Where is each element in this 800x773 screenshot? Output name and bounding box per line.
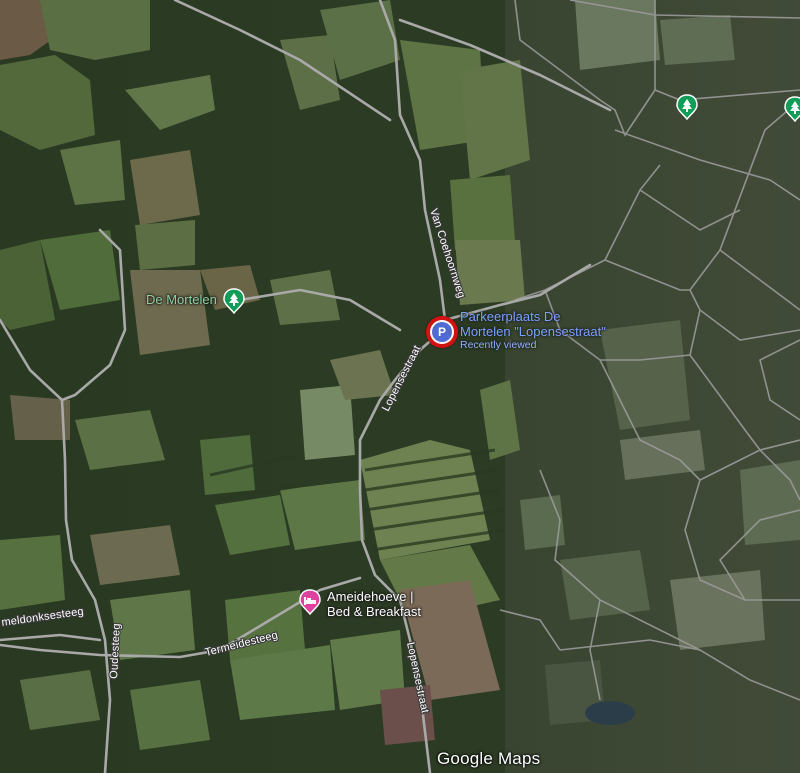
parking-label[interactable]: Parkeerplaats De Mortelen "Lopensestraat… bbox=[460, 309, 606, 352]
poi-de-mortelen[interactable]: De Mortelen bbox=[146, 288, 245, 314]
map-view[interactable]: Van Coehoornweg Lopensestraat Lopensestr… bbox=[0, 0, 800, 773]
poi-ameidehoeve-line1: Ameidehoeve | bbox=[327, 589, 414, 604]
tree-icon[interactable] bbox=[676, 94, 698, 120]
parking-marker-ring: P bbox=[430, 320, 454, 344]
parking-name-line1: Parkeerplaats De bbox=[460, 309, 561, 324]
poi-park-pin-1[interactable] bbox=[676, 94, 698, 120]
poi-ameidehoeve-line2: Bed & Breakfast bbox=[327, 604, 421, 619]
poi-ameidehoeve[interactable]: Ameidehoeve | Bed & Breakfast bbox=[299, 589, 421, 619]
bed-icon[interactable] bbox=[299, 589, 321, 615]
parking-icon: P bbox=[432, 322, 452, 342]
tree-icon[interactable] bbox=[784, 96, 800, 122]
google-maps-logo: Google Maps bbox=[437, 749, 541, 768]
parking-name-line2: Mortelen "Lopensestraat" bbox=[460, 324, 606, 339]
poi-de-mortelen-label: De Mortelen bbox=[146, 291, 217, 307]
tree-icon[interactable] bbox=[223, 288, 245, 314]
poi-ameidehoeve-label: Ameidehoeve | Bed & Breakfast bbox=[327, 589, 421, 619]
parking-marker[interactable]: P bbox=[426, 316, 458, 348]
poi-park-pin-2[interactable] bbox=[784, 96, 800, 122]
parking-subtitle: Recently viewed bbox=[460, 339, 537, 351]
